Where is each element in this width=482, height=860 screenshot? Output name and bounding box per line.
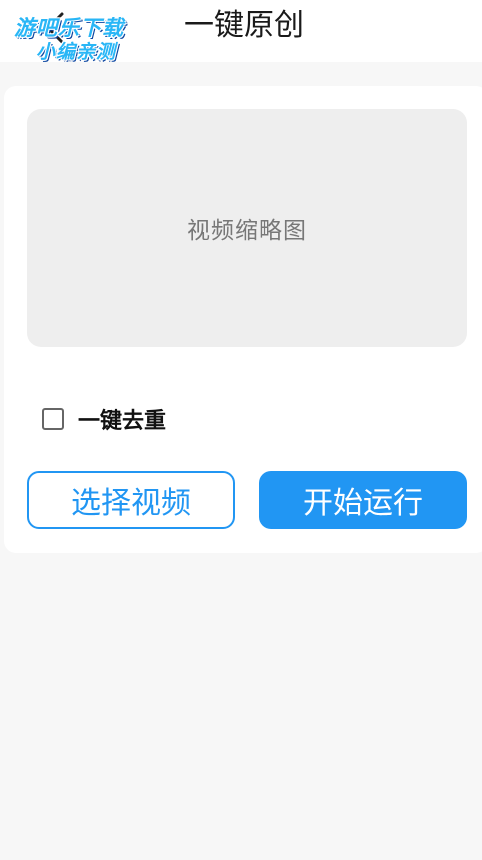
dedupe-option[interactable]: 一键去重 [42, 402, 166, 436]
select-video-button[interactable]: 选择视频 [27, 471, 235, 529]
start-run-button[interactable]: 开始运行 [259, 471, 467, 529]
page-title: 一键原创 [184, 8, 304, 43]
watermark-logo: 游吧乐下载 小编亲测 [8, 8, 158, 64]
dedupe-checkbox[interactable] [42, 408, 64, 430]
top-bar: 游吧乐下载 小编亲测 一键原创 [0, 0, 482, 64]
watermark-line-2: 小编亲测 [36, 41, 117, 63]
video-thumbnail: 视频缩略图 [27, 109, 467, 347]
thumbnail-placeholder: 视频缩略图 [187, 218, 307, 244]
dedupe-label: 一键去重 [78, 409, 167, 434]
